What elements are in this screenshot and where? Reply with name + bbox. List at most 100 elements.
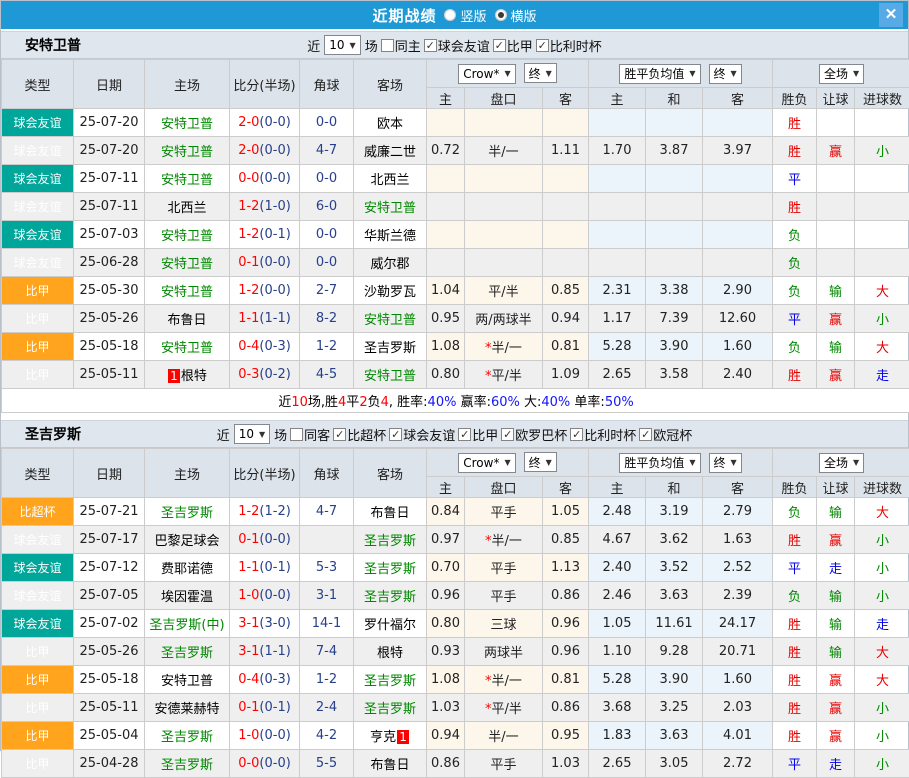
- avg-state-select[interactable]: 终▼: [709, 64, 742, 84]
- home-team-cell: 圣吉罗斯(中): [145, 610, 230, 638]
- score-cell: 1-2(0-1): [230, 221, 300, 249]
- checkbox-icon[interactable]: ✓: [501, 428, 514, 441]
- away-team-cell: 威廉二世: [354, 137, 427, 165]
- competition-type-cell: 球会友谊: [2, 249, 74, 277]
- checkbox-icon[interactable]: ✓: [333, 428, 346, 441]
- checkbox-icon[interactable]: ✓: [639, 428, 652, 441]
- odds-state-select[interactable]: 终▼: [524, 452, 557, 472]
- layout-radio-horizontal[interactable]: 横版: [495, 6, 537, 25]
- goals-result-cell: [855, 193, 909, 221]
- titlebar-center: 近期战绩 竖版 横版: [372, 5, 536, 26]
- checkbox-icon[interactable]: ✓: [389, 428, 402, 441]
- halftime-score: (0-1): [259, 560, 290, 575]
- win-odds-cell: 1.05: [589, 610, 646, 638]
- games-count-select[interactable]: 10▼: [234, 424, 270, 444]
- filter-checkbox-4[interactable]: ✓欧罗巴杯: [501, 425, 567, 444]
- goals-result-cell: [855, 249, 909, 277]
- avg-odds-select[interactable]: 胜平负均值▼: [619, 453, 700, 473]
- corners-cell: 0-0: [300, 221, 354, 249]
- handicap-result-cell: 赢: [817, 305, 855, 333]
- team-name-cell: 布鲁日: [167, 313, 206, 328]
- win-odds-cell: 2.40: [589, 554, 646, 582]
- goals-result-cell: 大: [855, 277, 909, 305]
- away-team-cell: 安特卫普: [354, 193, 427, 221]
- filter-checkbox-0[interactable]: 同主: [381, 36, 421, 55]
- close-button[interactable]: ✕: [879, 3, 903, 27]
- win-odds-cell: [589, 221, 646, 249]
- handicap-result-cell: [817, 193, 855, 221]
- odds-company-select[interactable]: Crow*▼: [458, 453, 515, 473]
- team-name-cell: 安特卫普: [364, 369, 416, 384]
- draw-odds-cell: 3.25: [646, 694, 703, 722]
- filter-checkbox-1[interactable]: ✓比超杯: [333, 425, 386, 444]
- checkbox-icon[interactable]: ✓: [493, 39, 506, 52]
- corners-cell: 2-4: [300, 694, 354, 722]
- win-odds-cell: [589, 249, 646, 277]
- away-team-cell: 圣吉罗斯: [354, 554, 427, 582]
- home-team-cell: 费耶诺德: [145, 554, 230, 582]
- check-mark-icon: ✓: [460, 429, 469, 440]
- filter-checkbox-2[interactable]: ✓比甲: [493, 36, 533, 55]
- scope-select[interactable]: 全场▼: [819, 453, 864, 473]
- handicap-away-odds-cell: 0.95: [543, 722, 589, 750]
- radio-selected-icon[interactable]: [495, 9, 507, 21]
- date-cell: 25-07-03: [74, 221, 145, 249]
- result-cell: 胜: [773, 137, 817, 165]
- odds-company-select[interactable]: Crow*▼: [458, 64, 515, 84]
- dropdown-arrow-icon: ▼: [689, 69, 695, 78]
- filter-checkbox-3[interactable]: ✓比利时杯: [536, 36, 602, 55]
- team-name-cell: 圣吉罗斯: [161, 646, 213, 661]
- handicap-line: 平手: [490, 506, 516, 521]
- match-row: 球会友谊25-07-11安特卫普0-0(0-0)0-0北西兰平: [2, 165, 909, 193]
- scope-select[interactable]: 全场▼: [819, 64, 864, 84]
- home-team-cell: 圣吉罗斯: [145, 722, 230, 750]
- competition-type-cell: 比甲: [2, 638, 74, 666]
- handicap-line: 平手: [490, 562, 516, 577]
- corners-cell: 0-0: [300, 109, 354, 137]
- radio-icon[interactable]: [444, 9, 456, 21]
- filter-checkbox-0[interactable]: 同客: [290, 425, 330, 444]
- handicap-line: 平手: [490, 590, 516, 605]
- result-cell: 胜: [773, 666, 817, 694]
- checkbox-icon[interactable]: ✓: [570, 428, 583, 441]
- checkbox-icon[interactable]: ✓: [536, 39, 549, 52]
- check-mark-icon: ✓: [391, 429, 400, 440]
- result-cell: 胜: [773, 694, 817, 722]
- games-count-select[interactable]: 10▼: [324, 35, 360, 55]
- filter-checkbox-6[interactable]: ✓欧冠杯: [639, 425, 692, 444]
- filter-checkbox-2[interactable]: ✓球会友谊: [389, 425, 455, 444]
- team-name-cell: 圣吉罗斯: [364, 562, 416, 577]
- checkbox-icon[interactable]: [381, 39, 394, 52]
- team-name-cell: 埃因霍温: [161, 590, 213, 605]
- radio-label-vertical: 竖版: [460, 6, 486, 25]
- team-name-cell: 圣吉罗斯: [364, 674, 416, 689]
- score-cell: 0-3(0-2): [230, 361, 300, 389]
- win-odds-cell: 5.28: [589, 333, 646, 361]
- filter-checkbox-5[interactable]: ✓比利时杯: [570, 425, 636, 444]
- fulltime-score: 0-1: [238, 700, 259, 715]
- halftime-score: (3-0): [259, 616, 290, 631]
- dialog-title: 近期战绩: [372, 5, 436, 26]
- checkbox-label: 同客: [304, 425, 330, 444]
- layout-radio-vertical[interactable]: 竖版: [444, 6, 486, 25]
- filter-checkbox-3[interactable]: ✓比甲: [458, 425, 498, 444]
- result-cell: 胜: [773, 638, 817, 666]
- checkbox-icon[interactable]: ✓: [424, 39, 437, 52]
- lose-odds-cell: 12.60: [703, 305, 773, 333]
- checkbox-icon[interactable]: ✓: [458, 428, 471, 441]
- handicap-home-odds-cell: 0.97: [427, 526, 465, 554]
- handicap-result-cell: 赢: [817, 526, 855, 554]
- odds-state-select[interactable]: 终▼: [524, 63, 557, 83]
- avg-odds-select[interactable]: 胜平负均值▼: [619, 64, 700, 84]
- draw-odds-cell: 3.63: [646, 582, 703, 610]
- team-name-cell: 布鲁日: [370, 506, 409, 521]
- handicap-line-cell: *半/一: [465, 526, 543, 554]
- goals-result-cell: 小: [855, 694, 909, 722]
- checkbox-icon[interactable]: [290, 428, 303, 441]
- avg-state-select[interactable]: 终▼: [709, 453, 742, 473]
- filter-checkbox-1[interactable]: ✓球会友谊: [424, 36, 490, 55]
- summary-part: 近: [278, 395, 291, 410]
- team-name-cell: 威廉二世: [364, 145, 416, 160]
- handicap-home-odds-cell: 0.84: [427, 498, 465, 526]
- team-name-cell: 圣吉罗斯(中): [149, 618, 224, 633]
